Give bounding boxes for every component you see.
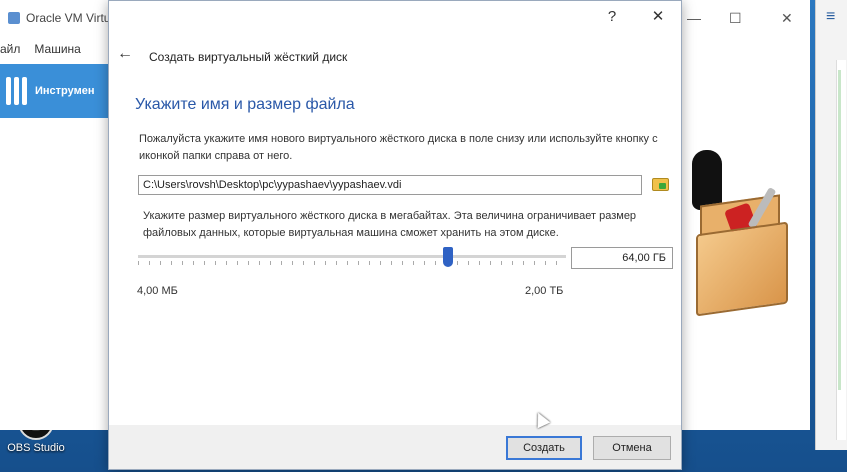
help-button[interactable]: ? — [589, 1, 635, 31]
maximize-button[interactable]: ☐ — [729, 10, 742, 27]
minimize-button[interactable]: — — [687, 10, 701, 26]
tools-label: Инструмен — [35, 85, 95, 97]
size-range-max: 2,00 ТБ — [525, 285, 564, 297]
far-right-window: ≡ — [815, 0, 847, 450]
main-menubar: айл Машина — [0, 36, 119, 62]
slider-track — [138, 255, 566, 258]
menu-machine[interactable]: Машина — [34, 42, 80, 56]
create-virtual-disk-dialog: ? ✕ ← Создать виртуальный жёсткий диск У… — [108, 0, 682, 470]
menu-file[interactable]: айл — [0, 42, 20, 56]
cancel-button[interactable]: Отмена — [593, 436, 671, 460]
hamburger-menu-icon[interactable]: ≡ — [826, 8, 835, 26]
slider-ticks — [138, 261, 566, 265]
dialog-button-bar: Создать Отмена — [109, 425, 681, 469]
disk-size-input[interactable] — [571, 247, 673, 269]
create-button[interactable]: Создать — [506, 436, 582, 460]
status-strip — [838, 70, 841, 390]
desktop-icon-label: OBS Studio — [7, 442, 65, 454]
arrow-left-icon[interactable]: ← — [117, 45, 133, 63]
slider-thumb[interactable] — [443, 247, 454, 267]
page-heading: Укажите имя и размер файла — [135, 96, 355, 113]
dialog-close-button[interactable]: ✕ — [635, 1, 681, 31]
choose-folder-button[interactable] — [650, 174, 670, 194]
tools-icon — [6, 77, 27, 105]
dialog-window-controls: ? ✕ — [589, 1, 681, 31]
main-window-titlebar: Oracle VM Virtual — [0, 0, 119, 36]
size-range-min: 4,00 МБ — [137, 285, 178, 297]
size-description: Укажите размер виртуального жёсткого дис… — [143, 210, 637, 239]
toolbox-illustration — [688, 150, 798, 330]
folder-icon — [651, 177, 669, 191]
file-location-description: Пожалуйста укажите имя нового виртуально… — [139, 133, 658, 162]
penguin-shape — [692, 150, 722, 210]
tools-item[interactable]: Инструмен — [0, 64, 120, 118]
disk-size-slider[interactable] — [138, 245, 566, 269]
file-path-input[interactable] — [138, 175, 642, 195]
close-button[interactable]: ✕ — [781, 10, 793, 27]
virtualbox-app-icon — [8, 12, 20, 24]
main-window-title: Oracle VM Virtual — [26, 11, 119, 25]
toolbox-body — [696, 221, 788, 317]
wizard-title: Создать виртуальный жёсткий диск — [149, 50, 348, 64]
